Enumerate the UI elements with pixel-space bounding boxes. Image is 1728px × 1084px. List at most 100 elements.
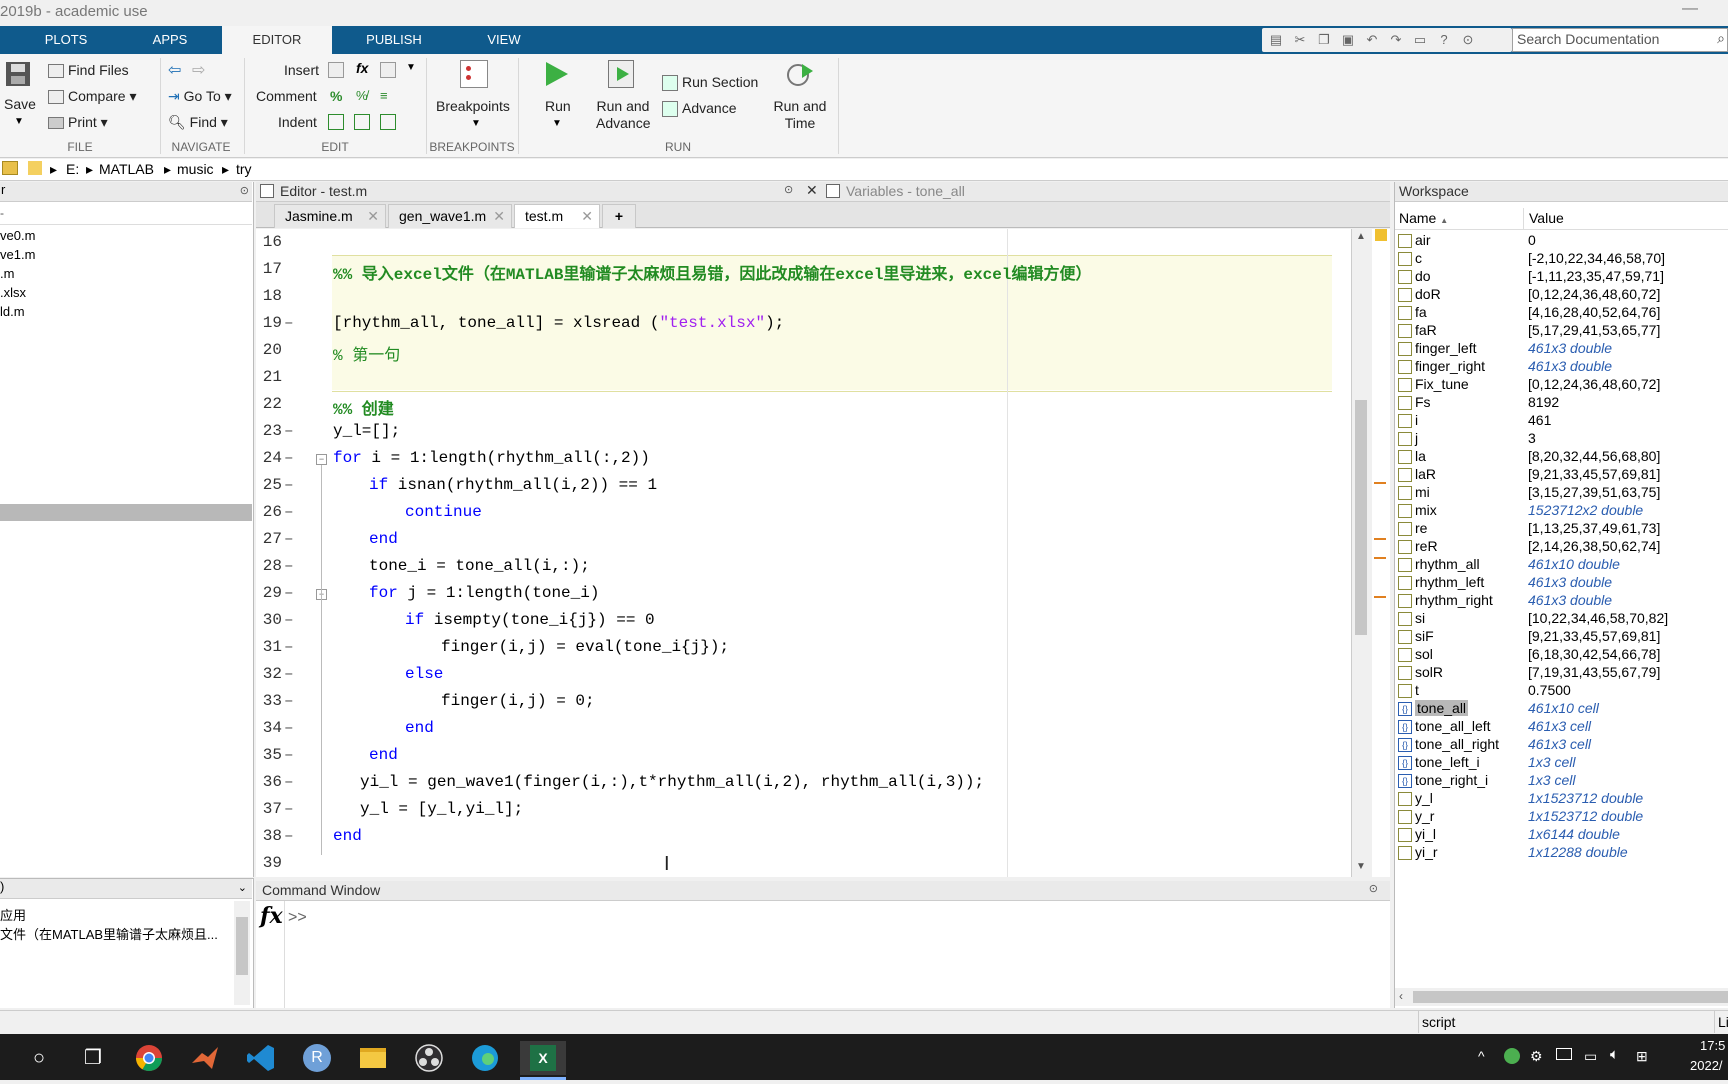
variable-name[interactable]: rhythm_all — [1415, 556, 1480, 572]
path-folder-music[interactable]: music — [177, 161, 214, 177]
variable-name[interactable]: j — [1415, 430, 1418, 446]
start-search-icon[interactable]: ○ — [22, 1041, 56, 1075]
variable-value[interactable]: [-2,10,22,34,46,58,70] — [1528, 250, 1665, 266]
smart-indent-icon[interactable] — [328, 114, 344, 130]
path-folder-matlab[interactable]: MATLAB — [99, 161, 154, 177]
run-button[interactable]: Run — [545, 98, 571, 114]
help-icon[interactable]: ? — [1434, 31, 1454, 49]
variable-name[interactable]: finger_left — [1415, 340, 1476, 356]
workspace-row[interactable]: fa [4,16,28,40,52,64,76] — [1395, 304, 1728, 322]
wrap-comments-icon[interactable]: ≡ — [380, 88, 388, 103]
workspace-row[interactable]: {} tone_right_i 1x3 cell — [1395, 772, 1728, 790]
tab-test[interactable]: test.m ✕ — [514, 204, 600, 228]
insert-section-icon[interactable] — [328, 62, 344, 78]
tab-view[interactable]: VIEW — [466, 26, 542, 54]
variable-name[interactable]: mix — [1415, 502, 1437, 518]
workspace-row[interactable]: reR [2,14,26,38,50,62,74] — [1395, 538, 1728, 556]
variable-name[interactable]: air — [1415, 232, 1431, 248]
variable-name[interactable]: yi_l — [1415, 826, 1436, 842]
workspace-row[interactable]: rhythm_right 461x3 double — [1395, 592, 1728, 610]
variable-name[interactable]: tone_all_left — [1415, 718, 1491, 734]
variable-value[interactable]: [4,16,28,40,52,64,76] — [1528, 304, 1660, 320]
options-icon[interactable]: ⊙ — [1458, 31, 1478, 49]
workspace-row[interactable]: finger_right 461x3 double — [1395, 358, 1728, 376]
variable-name[interactable]: solR — [1415, 664, 1443, 680]
outdent-icon[interactable] — [380, 114, 396, 130]
variable-value[interactable]: [9,21,33,45,57,69,81] — [1528, 628, 1660, 644]
variable-value[interactable]: 8192 — [1528, 394, 1559, 410]
variable-name[interactable]: faR — [1415, 322, 1437, 338]
workspace-hscrollbar[interactable]: ‹ — [1395, 988, 1728, 1006]
variable-name[interactable]: doR — [1415, 286, 1441, 302]
variable-name[interactable]: rhythm_right — [1415, 592, 1493, 608]
tray-app-icon[interactable] — [1504, 1048, 1520, 1064]
variable-value[interactable]: 461x10 cell — [1528, 700, 1599, 716]
file-item[interactable]: ld.m — [0, 304, 25, 319]
command-window[interactable]: fx >> — [256, 901, 1390, 1008]
variable-name[interactable]: Fix_tune — [1415, 376, 1469, 392]
variable-value[interactable]: [10,22,34,46,58,70,82] — [1528, 610, 1668, 626]
breakpoint-marker[interactable]: – — [284, 746, 294, 764]
variable-value[interactable]: 1x12288 double — [1528, 844, 1628, 860]
breakpoint-marker[interactable]: – — [284, 638, 294, 656]
variable-value[interactable]: [8,20,32,44,56,68,80] — [1528, 448, 1660, 464]
close-icon[interactable]: ✕ — [581, 205, 593, 227]
browse-folder-icon[interactable] — [2, 161, 18, 175]
variable-name[interactable]: y_l — [1415, 790, 1433, 806]
tab-apps[interactable]: APPS — [132, 26, 208, 54]
path-drive[interactable]: E: — [66, 161, 79, 177]
run-and-time-button[interactable]: Run and Time — [770, 98, 830, 132]
breakpoint-marker[interactable]: – — [284, 800, 294, 818]
breakpoint-marker[interactable]: – — [284, 692, 294, 710]
breakpoint-marker[interactable]: – — [284, 422, 294, 440]
tab-editor[interactable]: EDITOR — [222, 26, 332, 54]
breakpoint-marker[interactable]: – — [284, 773, 294, 791]
workspace-row[interactable]: y_r 1x1523712 double — [1395, 808, 1728, 826]
r-app-icon[interactable]: R — [300, 1041, 334, 1075]
variable-value[interactable]: 461x10 double — [1528, 556, 1620, 572]
chevron-down-icon[interactable]: ⌄ — [238, 881, 247, 894]
workspace-row[interactable]: yi_l 1x6144 double — [1395, 826, 1728, 844]
warning-mark[interactable] — [1374, 538, 1386, 540]
insert-cell-icon[interactable] — [380, 62, 396, 78]
workspace-row[interactable]: solR [7,19,31,43,55,67,79] — [1395, 664, 1728, 682]
print-button[interactable]: Print ▾ — [48, 114, 108, 131]
volume-icon[interactable]: 🔈︎ — [1610, 1046, 1619, 1063]
chevron-down-icon[interactable]: ▼ — [552, 118, 562, 129]
variable-value[interactable]: 461x3 double — [1528, 574, 1612, 590]
breakpoint-marker[interactable]: – — [284, 503, 294, 521]
variable-name[interactable]: tone_left_i — [1415, 754, 1480, 770]
workspace-row[interactable]: laR [9,21,33,45,57,69,81] — [1395, 466, 1728, 484]
variable-name[interactable]: tone_right_i — [1415, 772, 1488, 788]
variable-name[interactable]: sol — [1415, 646, 1433, 662]
copy-icon[interactable]: ❐ — [1314, 31, 1334, 49]
variable-value[interactable]: 1x1523712 double — [1528, 808, 1643, 824]
clock-time[interactable]: 17:5 — [1700, 1038, 1725, 1053]
variable-name[interactable]: laR — [1415, 466, 1436, 482]
variable-name[interactable]: si — [1415, 610, 1425, 626]
variable-name[interactable]: fa — [1415, 304, 1427, 320]
close-icon[interactable]: ✕ — [806, 182, 818, 199]
variable-value[interactable]: 3 — [1528, 430, 1536, 446]
variable-name[interactable]: c — [1415, 250, 1422, 266]
workspace-row[interactable]: {} tone_all_right 461x3 cell — [1395, 736, 1728, 754]
variable-value[interactable]: 0.7500 — [1528, 682, 1571, 698]
undo-icon[interactable]: ↶ — [1362, 31, 1382, 49]
fold-toggle-icon[interactable]: − — [316, 454, 327, 465]
scroll-thumb[interactable] — [1413, 991, 1728, 1003]
breakpoint-marker[interactable]: – — [284, 827, 294, 845]
excel-icon[interactable]: X — [520, 1041, 566, 1075]
panel-menu-icon[interactable]: ⊙ — [240, 184, 249, 197]
variable-name[interactable]: t — [1415, 682, 1419, 698]
variable-value[interactable]: 461x3 cell — [1528, 736, 1591, 752]
name-column-header[interactable]: Name ▲ — [1399, 210, 1448, 226]
path-folder-try[interactable]: try — [236, 161, 252, 177]
breakpoint-marker[interactable]: – — [284, 530, 294, 548]
tab-gen-wave1[interactable]: gen_wave1.m ✕ — [388, 204, 512, 228]
find-button[interactable]: 🔍︎ Find ▾ — [168, 114, 228, 131]
tab-jasmine[interactable]: Jasmine.m ✕ — [274, 204, 386, 228]
file-item[interactable]: .xlsx — [0, 285, 26, 300]
editor-scroll-thumb[interactable] — [1355, 400, 1367, 635]
run-and-advance-button[interactable]: Run and Advance — [596, 98, 650, 132]
find-files-button[interactable]: Find Files — [48, 62, 129, 79]
